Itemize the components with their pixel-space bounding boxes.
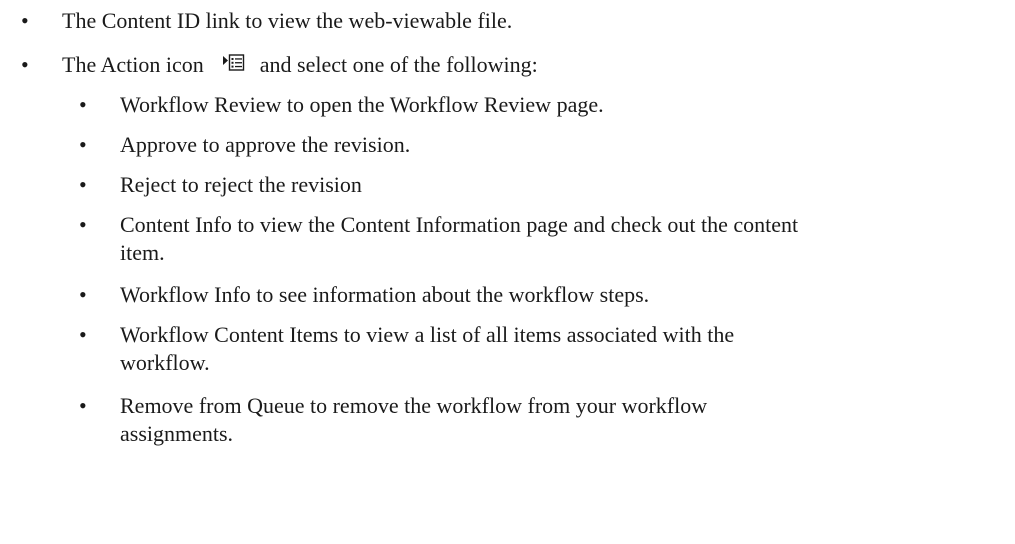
- subitem-text: Content Info to view the Content Informa…: [120, 211, 1010, 267]
- subitem-remove-from-queue: • Remove from Queue to remove the workfl…: [0, 392, 1015, 448]
- bullet-glyph: •: [79, 92, 87, 117]
- subitem-text: Reject to reject the revision: [120, 172, 362, 197]
- subitem-text-line2: item.: [120, 240, 165, 265]
- subitem-reject: • Reject to reject the revision: [0, 171, 1015, 199]
- bullet-text: The Action icon and select one of the fol…: [62, 51, 1002, 81]
- bullet-item-action-icon: • The Action icon and select one of the f…: [0, 51, 1015, 81]
- action-menu-icon: [222, 51, 246, 79]
- subitem-text-line2: workflow.: [120, 350, 210, 375]
- bullet-glyph: •: [79, 282, 87, 307]
- subitem-content-info: • Content Info to view the Content Infor…: [0, 211, 1015, 267]
- bullet-item-content-id: • The Content ID link to view the web-vi…: [0, 7, 1015, 35]
- subitem-text: Workflow Review to open the Workflow Rev…: [120, 92, 604, 117]
- bullet-glyph: •: [79, 172, 87, 197]
- subitem-workflow-content-items: • Workflow Content Items to view a list …: [0, 321, 1015, 377]
- subitem-text: Workflow Info to see information about t…: [120, 282, 650, 307]
- subitem-text: Workflow Content Items to view a list of…: [120, 321, 1010, 377]
- bullet-text-before-icon: The Action icon: [62, 52, 204, 77]
- subitem-approve: • Approve to approve the revision.: [0, 131, 1015, 159]
- bullet-glyph: •: [79, 212, 87, 237]
- subitem-workflow-info: • Workflow Info to see information about…: [0, 281, 1015, 309]
- bullet-glyph: •: [21, 8, 29, 33]
- subitem-text-line2: assignments.: [120, 421, 234, 446]
- bullet-glyph: •: [79, 393, 87, 418]
- subitem-workflow-review: • Workflow Review to open the Workflow R…: [0, 91, 1015, 119]
- subitem-text: Remove from Queue to remove the workflow…: [120, 392, 1010, 448]
- bullet-glyph: •: [21, 52, 29, 77]
- bullet-text-after-icon: and select one of the following:: [259, 52, 538, 77]
- subitem-text-line1: Content Info to view the Content Informa…: [120, 212, 799, 237]
- bullet-glyph: •: [79, 132, 87, 157]
- subitem-text: Approve to approve the revision.: [120, 132, 411, 157]
- bullet-glyph: •: [79, 322, 87, 347]
- bullet-text: The Content ID link to view the web-view…: [62, 8, 513, 33]
- subitem-text-line1: Remove from Queue to remove the workflow…: [120, 393, 708, 418]
- subitem-text-line1: Workflow Content Items to view a list of…: [120, 322, 735, 347]
